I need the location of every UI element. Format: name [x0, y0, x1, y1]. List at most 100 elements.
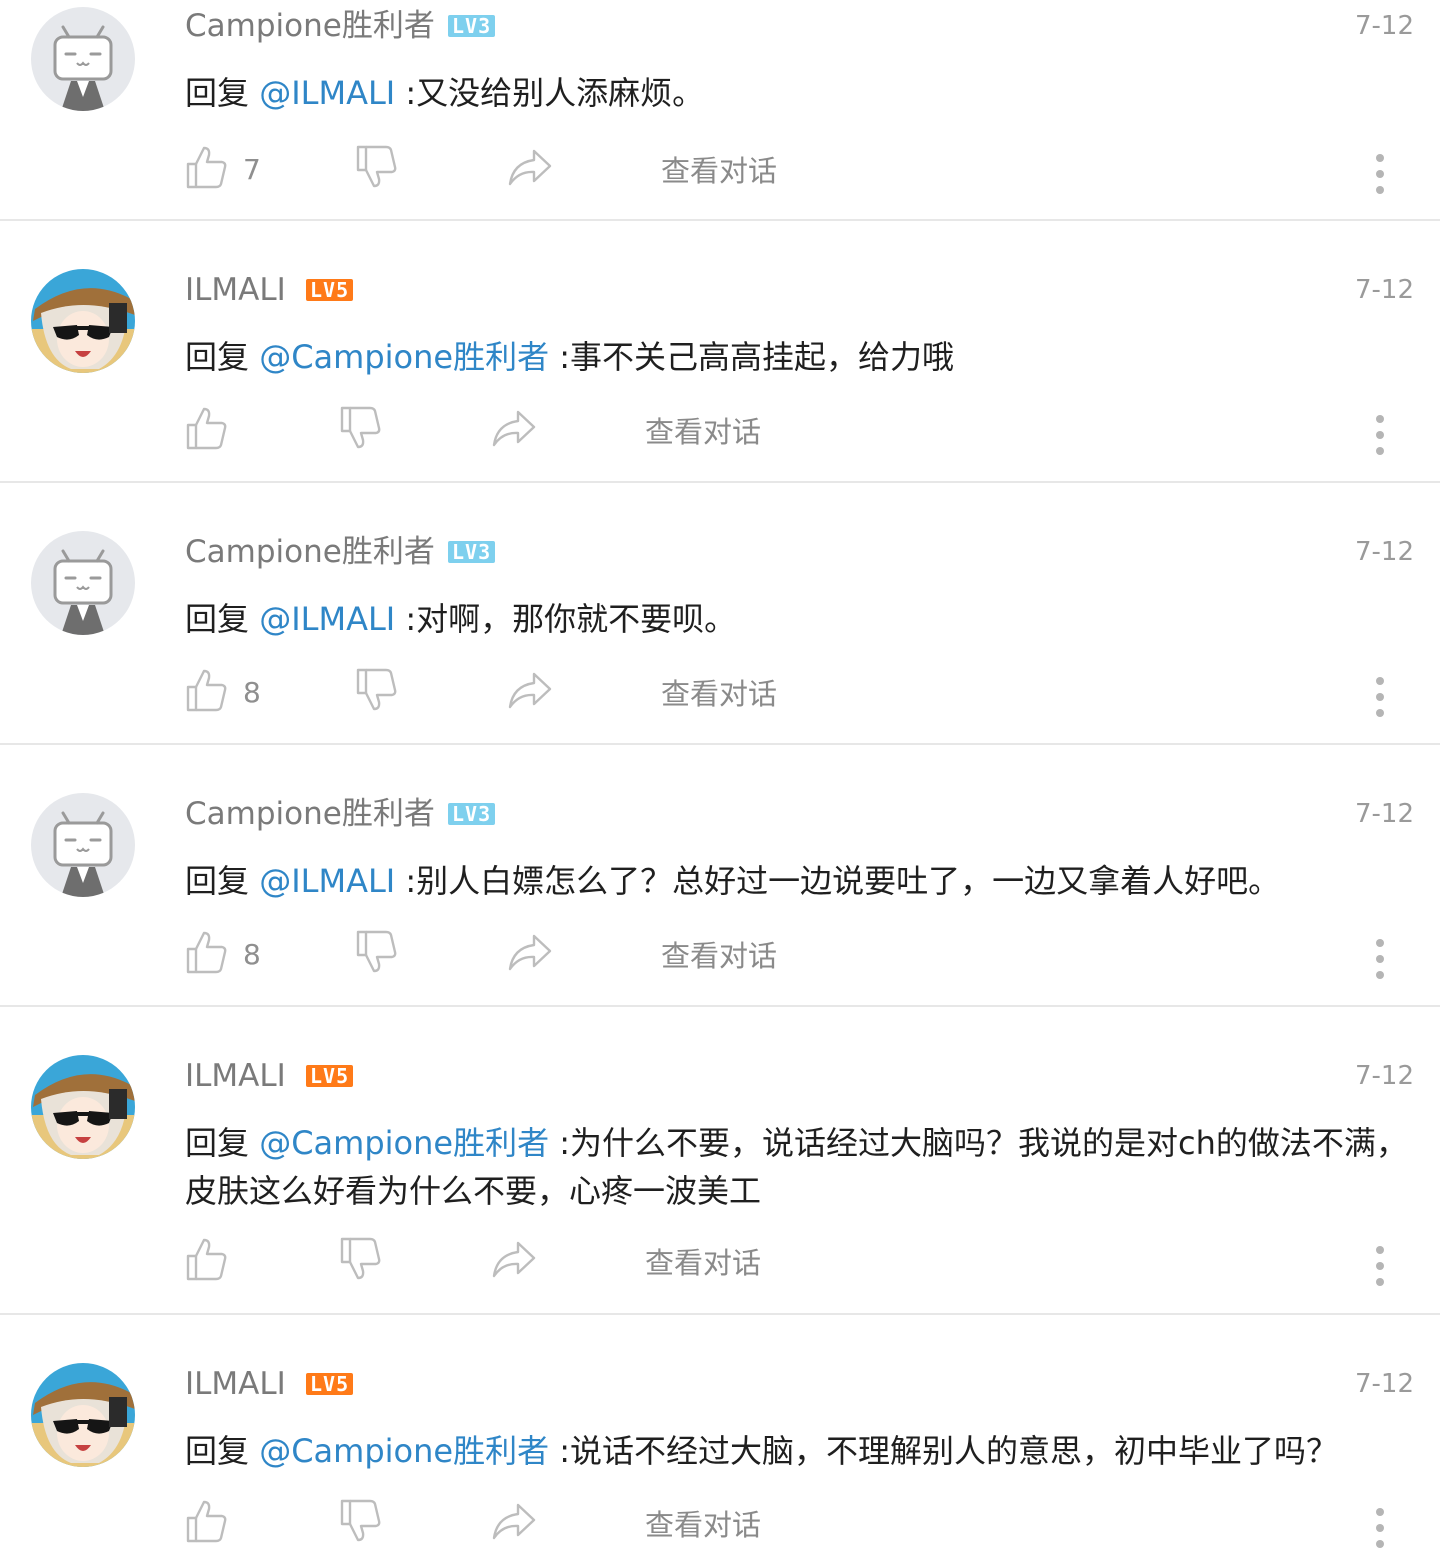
dislike-button[interactable]: [355, 929, 399, 979]
dislike-button[interactable]: [355, 667, 399, 717]
mention-link[interactable]: @ILMALI: [259, 862, 395, 900]
avatar[interactable]: [31, 1055, 135, 1159]
username[interactable]: ILMALI: [185, 1055, 286, 1097]
comment-list: Campione胜利者 LV3 7-12 回复 @ILMALI :又没给别人添麻烦。 7…: [0, 0, 1440, 1548]
avatar[interactable]: [31, 269, 135, 373]
dislike-button[interactable]: [355, 144, 399, 194]
like-count: 8: [243, 675, 261, 709]
username[interactable]: ILMALI: [185, 1363, 286, 1405]
more-vertical-icon[interactable]: [1372, 1236, 1388, 1292]
mention-link[interactable]: @ILMALI: [259, 74, 395, 112]
reply-body: :事不关己高高挂起，给力哦: [559, 338, 955, 376]
share-icon: [507, 670, 553, 714]
username[interactable]: Campione胜利者: [185, 531, 435, 573]
reply-prefix: 回复: [185, 338, 250, 376]
comment-text: 回复 @Campione胜利者 :事不关己高高挂起，给力哦: [185, 333, 1410, 381]
more-dot: [1376, 447, 1384, 455]
more-dot: [1376, 154, 1384, 162]
dislike-button[interactable]: [339, 1498, 383, 1548]
thumbs-down-icon: [355, 929, 399, 979]
reply-body: :又没给别人添麻烦。: [405, 74, 705, 112]
view-conversation-link[interactable]: 查看对话: [645, 1236, 761, 1286]
share-icon: [507, 932, 553, 976]
comment-date: 7-12: [1354, 275, 1414, 305]
mention-link[interactable]: @Campione胜利者: [259, 338, 549, 376]
level-badge: LV3: [448, 14, 496, 38]
more-vertical-icon[interactable]: [1372, 667, 1388, 723]
comment-actions: 查看对话: [185, 1236, 1410, 1286]
comment-actions: 查看对话: [185, 1498, 1410, 1548]
more-vertical-icon[interactable]: [1372, 1498, 1388, 1554]
like-button[interactable]: [185, 1498, 229, 1548]
more-dot: [1376, 693, 1384, 701]
avatar[interactable]: [31, 531, 135, 635]
level-badge: LV3: [448, 540, 496, 564]
thumbs-down-icon: [339, 1236, 383, 1286]
view-conversation-link[interactable]: 查看对话: [661, 667, 777, 717]
share-button[interactable]: [507, 667, 553, 717]
view-conversation-link[interactable]: 查看对话: [645, 1498, 761, 1548]
comment-item: ILMALI LV5 7-12 回复 @Campione胜利者 :为什么不要，说话经过…: [0, 1007, 1440, 1315]
avatar[interactable]: [31, 793, 135, 897]
more-dot: [1376, 415, 1384, 423]
share-button[interactable]: [491, 1236, 537, 1286]
avatar[interactable]: [31, 7, 135, 111]
mention-link[interactable]: @Campione胜利者: [259, 1124, 549, 1162]
like-button[interactable]: [185, 1236, 229, 1286]
reply-body: :别人白嫖怎么了？总好过一边说要吐了，一边又拿着人好吧。: [405, 862, 1281, 900]
like-button[interactable]: 8: [185, 667, 261, 717]
more-dot: [1376, 1508, 1384, 1516]
comment-actions: 8 查看对话: [185, 667, 1410, 717]
comment-item: Campione胜利者 LV3 7-12 回复 @ILMALI :别人白嫖怎么了？总好…: [0, 745, 1440, 1007]
reply-prefix: 回复: [185, 600, 250, 638]
more-vertical-icon[interactable]: [1372, 929, 1388, 985]
like-button[interactable]: 7: [185, 144, 261, 194]
username[interactable]: Campione胜利者: [185, 793, 435, 835]
reply-body: :说话不经过大脑，不理解别人的意思，初中毕业了吗？: [559, 1432, 1339, 1470]
share-button[interactable]: [491, 405, 537, 455]
level-badge: LV5: [306, 1064, 354, 1088]
more-vertical-icon[interactable]: [1372, 144, 1388, 200]
view-conversation-link[interactable]: 查看对话: [661, 144, 777, 194]
username[interactable]: Campione胜利者: [185, 5, 435, 47]
thumbs-down-icon: [355, 144, 399, 194]
level-badge-text: LV3: [448, 803, 496, 825]
comment-text: 回复 @ILMALI :对啊，那你就不要呗。: [185, 595, 1410, 643]
share-button[interactable]: [507, 929, 553, 979]
avatar[interactable]: [31, 1363, 135, 1467]
share-icon: [491, 1239, 537, 1283]
view-conversation-link[interactable]: 查看对话: [645, 405, 761, 455]
comment-item: ILMALI LV5 7-12 回复 @Campione胜利者 :事不关己高高挂起，给…: [0, 221, 1440, 483]
username[interactable]: ILMALI: [185, 269, 286, 311]
like-button[interactable]: 8: [185, 929, 261, 979]
more-dot: [1376, 955, 1384, 963]
comment-item: Campione胜利者 LV3 7-12 回复 @ILMALI :对啊，那你就不要呗。…: [0, 483, 1440, 745]
thumbs-up-icon: [185, 929, 229, 979]
dislike-button[interactable]: [339, 405, 383, 455]
comment-actions: 查看对话: [185, 405, 1410, 455]
more-dot: [1376, 1262, 1384, 1270]
reply-prefix: 回复: [185, 1432, 250, 1470]
more-dot: [1376, 709, 1384, 717]
thumbs-down-icon: [355, 667, 399, 717]
level-badge-text: LV5: [306, 279, 354, 301]
like-button[interactable]: [185, 405, 229, 455]
more-dot: [1376, 971, 1384, 979]
level-badge-text: LV5: [306, 1065, 354, 1087]
thumbs-up-icon: [185, 667, 229, 717]
more-vertical-icon[interactable]: [1372, 405, 1388, 461]
view-conversation-link[interactable]: 查看对话: [661, 929, 777, 979]
share-button[interactable]: [491, 1498, 537, 1548]
comment-item: ILMALI LV5 7-12 回复 @Campione胜利者 :说话不经过大脑，不理…: [0, 1315, 1440, 1548]
mention-link[interactable]: @Campione胜利者: [259, 1432, 549, 1470]
more-dot: [1376, 1524, 1384, 1532]
reply-prefix: 回复: [185, 74, 250, 112]
comment-item: Campione胜利者 LV3 7-12 回复 @ILMALI :又没给别人添麻烦。 7…: [0, 0, 1440, 221]
more-dot: [1376, 677, 1384, 685]
share-button[interactable]: [507, 144, 553, 194]
mention-link[interactable]: @ILMALI: [259, 600, 395, 638]
level-badge: LV5: [306, 1372, 354, 1396]
comment-text: 回复 @Campione胜利者 :为什么不要，说话经过大脑吗？我说的是对ch的做…: [185, 1119, 1410, 1215]
level-badge-text: LV5: [306, 1373, 354, 1395]
dislike-button[interactable]: [339, 1236, 383, 1286]
